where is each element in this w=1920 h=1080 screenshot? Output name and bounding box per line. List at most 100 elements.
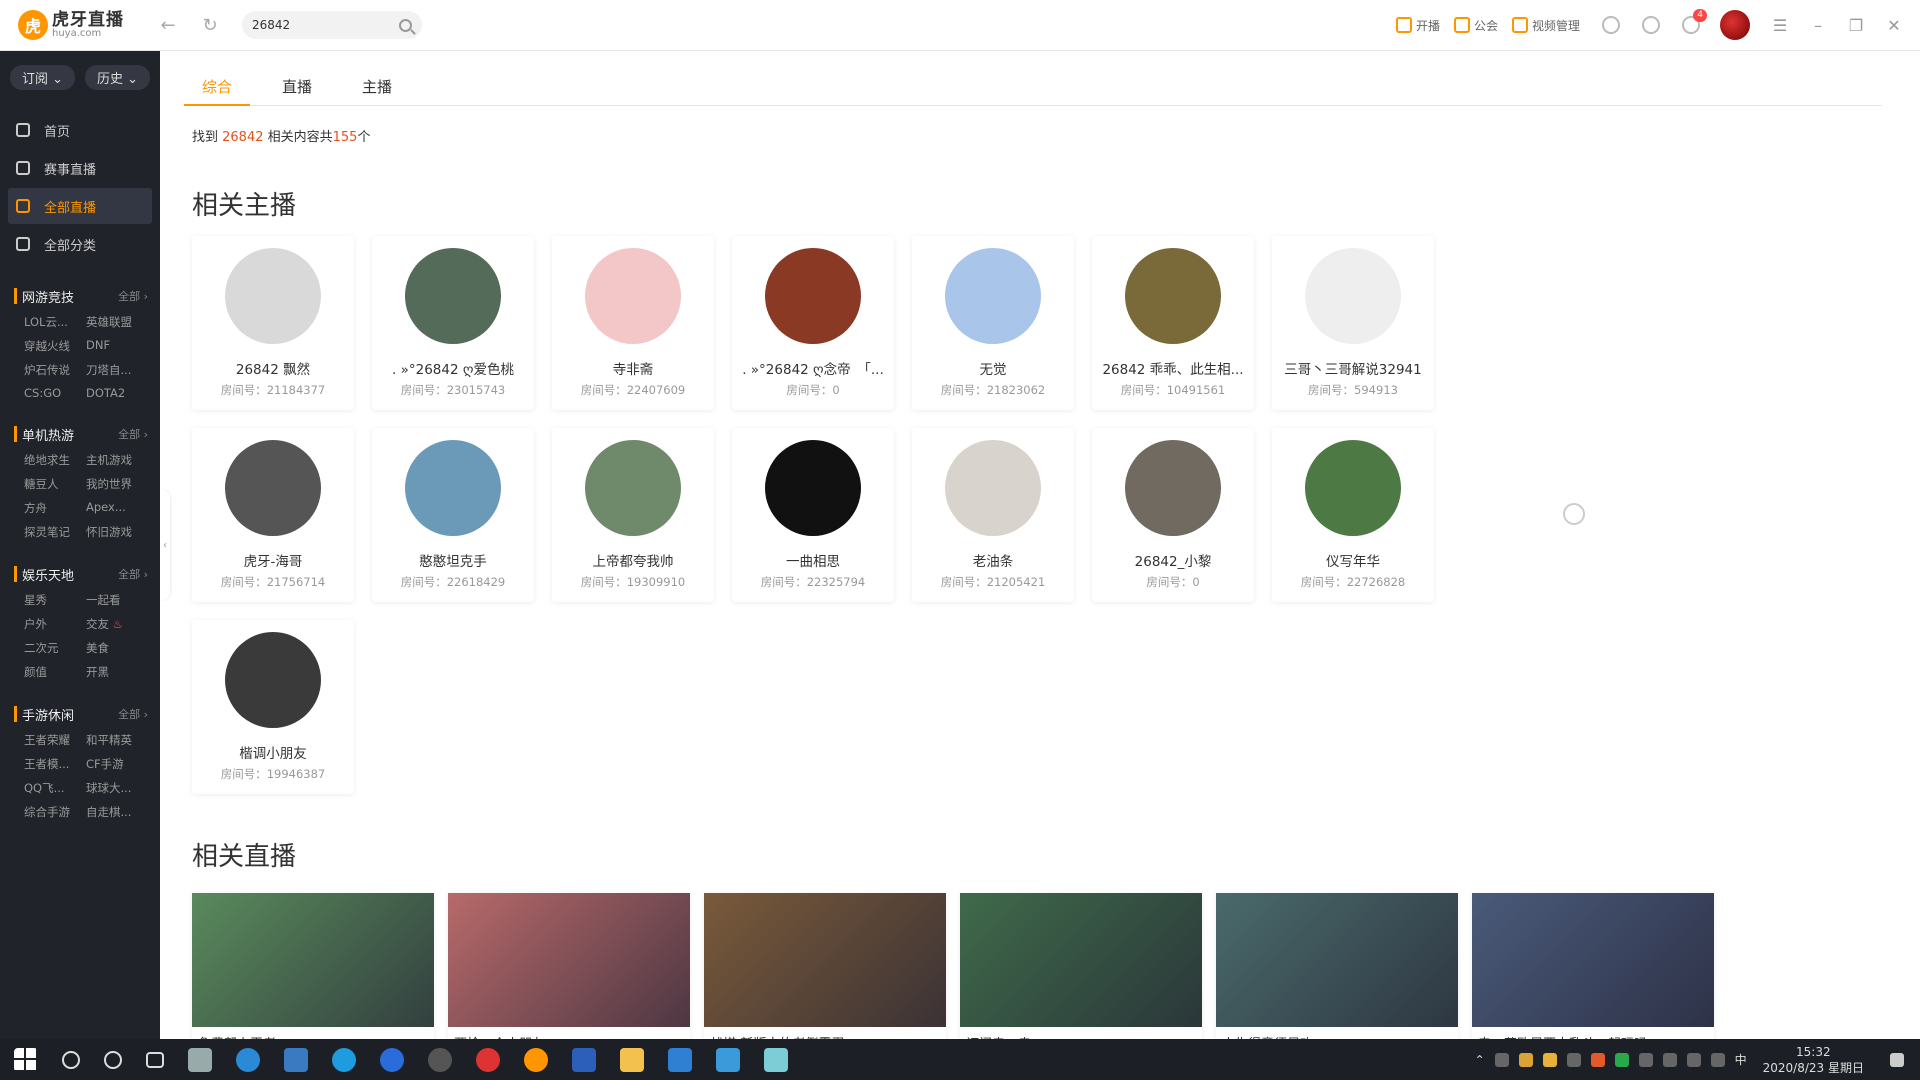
anchor-name[interactable]: 一曲相思 xyxy=(732,550,894,570)
category-link[interactable]: 美食 xyxy=(86,640,148,656)
anchor-name[interactable]: 虎牙-海哥 xyxy=(192,550,354,570)
anchor-card[interactable]: 26842_小黎 房间号：0 xyxy=(1092,428,1254,602)
app-icon[interactable] xyxy=(236,1047,260,1072)
guild-button[interactable]: 公会 xyxy=(1453,17,1498,34)
close-icon[interactable]: ✕ xyxy=(1886,16,1902,35)
anchor-card[interactable]: 楷调小朋友 房间号：19946387 xyxy=(192,620,354,794)
music-icon[interactable] xyxy=(476,1047,500,1072)
category-link[interactable]: 户外 xyxy=(24,616,86,632)
category-link[interactable]: 交友 ♨ xyxy=(86,616,148,632)
category-link[interactable]: 糖豆人 xyxy=(24,476,86,492)
cortana-icon[interactable] xyxy=(104,1050,122,1069)
tab-live[interactable]: 直播 xyxy=(276,76,318,105)
anchor-avatar[interactable] xyxy=(1305,440,1401,536)
anchor-avatar[interactable] xyxy=(765,440,861,536)
anchor-avatar[interactable] xyxy=(405,440,501,536)
category-link[interactable]: 炉石传说 xyxy=(24,362,86,378)
user-avatar[interactable] xyxy=(1720,10,1750,40)
anchor-card[interactable]: 26842 乖乖、此生相... 房间号：10491561 xyxy=(1092,236,1254,410)
app-icon[interactable] xyxy=(380,1047,404,1072)
anchor-avatar[interactable] xyxy=(225,248,321,344)
back-icon[interactable]: ← xyxy=(156,13,180,37)
category-link[interactable]: 英雄联盟 xyxy=(86,314,148,330)
search-input[interactable]: 26842 xyxy=(242,11,422,39)
anchor-avatar[interactable] xyxy=(225,632,321,728)
sidebar-collapse-handle[interactable]: ‹ xyxy=(160,490,170,600)
mic-icon[interactable] xyxy=(1566,1052,1581,1067)
browser-icon[interactable] xyxy=(332,1047,356,1072)
photos-icon[interactable] xyxy=(668,1047,692,1072)
anchor-card[interactable]: 憨憨坦克手 房间号：22618429 xyxy=(372,428,534,602)
menu-icon[interactable]: ☰ xyxy=(1772,16,1788,35)
category-link[interactable]: 二次元 xyxy=(24,640,86,656)
anchor-name[interactable]: 憨憨坦克手 xyxy=(372,550,534,570)
live-thumbnail[interactable] xyxy=(704,893,946,1027)
anchor-name[interactable]: 上帝都夸我帅 xyxy=(552,550,714,570)
category-link[interactable]: 方舟 xyxy=(24,500,86,516)
volume-icon[interactable] xyxy=(1710,1052,1725,1067)
notification-center-icon[interactable] xyxy=(1890,1052,1904,1067)
anchor-avatar[interactable] xyxy=(1125,248,1221,344)
category-link[interactable]: 王者模... xyxy=(24,756,86,772)
anchor-name[interactable]: 三哥丶三哥解说32941 xyxy=(1272,358,1434,378)
category-link[interactable]: CF手游 xyxy=(86,756,148,772)
clock[interactable]: 15:32 2020/8/23 星期日 xyxy=(1763,1044,1864,1076)
anchor-card[interactable]: 无觉 房间号：21823062 xyxy=(912,236,1074,410)
task-view-icon[interactable] xyxy=(146,1051,164,1068)
app-icon[interactable] xyxy=(188,1047,212,1072)
category-link[interactable]: CS:GO xyxy=(24,386,86,400)
live-thumbnail[interactable] xyxy=(448,893,690,1027)
category-all-link[interactable]: 全部 › xyxy=(118,566,148,582)
windows-start-icon[interactable] xyxy=(14,1047,38,1072)
category-link[interactable]: 绝地求生 xyxy=(24,452,86,468)
anchor-card[interactable]: 虎牙-海哥 房间号：21756714 xyxy=(192,428,354,602)
category-link[interactable]: 怀旧游戏 xyxy=(86,524,148,540)
anchor-name[interactable]: 楷调小朋友 xyxy=(192,742,354,762)
category-all-link[interactable]: 全部 › xyxy=(118,426,148,442)
anchor-name[interactable]: 26842 乖乖、此生相... xyxy=(1092,358,1254,378)
huya-logo[interactable]: 虎 虎牙直播 huya.com xyxy=(18,10,138,40)
anchor-card[interactable]: . »°26842 ღ念帝 「... 房间号：0 xyxy=(732,236,894,410)
category-link[interactable]: DNF xyxy=(86,338,148,354)
anchor-name[interactable]: 26842 飘然 xyxy=(192,358,354,378)
category-link[interactable]: Apex... xyxy=(86,500,148,516)
category-link[interactable]: 和平精英 xyxy=(86,732,148,748)
search-icon[interactable] xyxy=(62,1050,80,1069)
anchor-name[interactable]: . »°26842 ღ念帝 「... xyxy=(732,358,894,378)
anchor-name[interactable]: 寺非斋 xyxy=(552,358,714,378)
category-link[interactable]: LOL云... xyxy=(24,314,86,330)
anchor-card[interactable]: 26842 飘然 房间号：21184377 xyxy=(192,236,354,410)
folder-icon[interactable] xyxy=(620,1047,644,1072)
category-link[interactable]: 综合手游 xyxy=(24,804,86,820)
network-icon[interactable] xyxy=(1686,1052,1701,1067)
category-link[interactable]: 穿越火线 xyxy=(24,338,86,354)
anchor-avatar[interactable] xyxy=(765,248,861,344)
notes-icon[interactable] xyxy=(764,1047,788,1072)
app-icon[interactable] xyxy=(428,1047,452,1072)
tray-icon[interactable] xyxy=(1494,1052,1509,1067)
anchor-card[interactable]: 寺非斋 房间号：22407609 xyxy=(552,236,714,410)
anchor-card[interactable]: 老油条 房间号：21205421 xyxy=(912,428,1074,602)
minimize-icon[interactable]: – xyxy=(1810,16,1826,35)
app-icon[interactable] xyxy=(716,1047,740,1072)
category-link[interactable]: 开黑 xyxy=(86,664,148,680)
anchor-name[interactable]: 老油条 xyxy=(912,550,1074,570)
tab-all[interactable]: 综合 xyxy=(183,76,251,106)
video-manage-button[interactable]: 视频管理 xyxy=(1511,17,1580,34)
sidebar-item-home[interactable]: 首页 xyxy=(8,112,152,148)
anchor-card[interactable]: 三哥丶三哥解说32941 房间号：594913 xyxy=(1272,236,1434,410)
category-link[interactable]: 星秀 xyxy=(24,592,86,608)
tab-anchors[interactable]: 主播 xyxy=(356,76,398,105)
anchor-card[interactable]: 一曲相思 房间号：22325794 xyxy=(732,428,894,602)
anchor-avatar[interactable] xyxy=(945,440,1041,536)
search-icon[interactable] xyxy=(399,18,412,32)
sidebar-item-all-categories[interactable]: 全部分类 xyxy=(8,226,152,262)
tray-icon[interactable] xyxy=(1542,1052,1557,1067)
anchor-avatar[interactable] xyxy=(1305,248,1401,344)
category-link[interactable]: 颜值 xyxy=(24,664,86,680)
anchor-card[interactable]: . »°26842 ღ爱色桃 房间号：23015743 xyxy=(372,236,534,410)
live-thumbnail[interactable] xyxy=(1472,893,1714,1027)
restore-icon[interactable]: ❐ xyxy=(1848,16,1864,35)
live-thumbnail[interactable] xyxy=(192,893,434,1027)
sidebar-item-all-live[interactable]: 全部直播 xyxy=(8,188,152,224)
